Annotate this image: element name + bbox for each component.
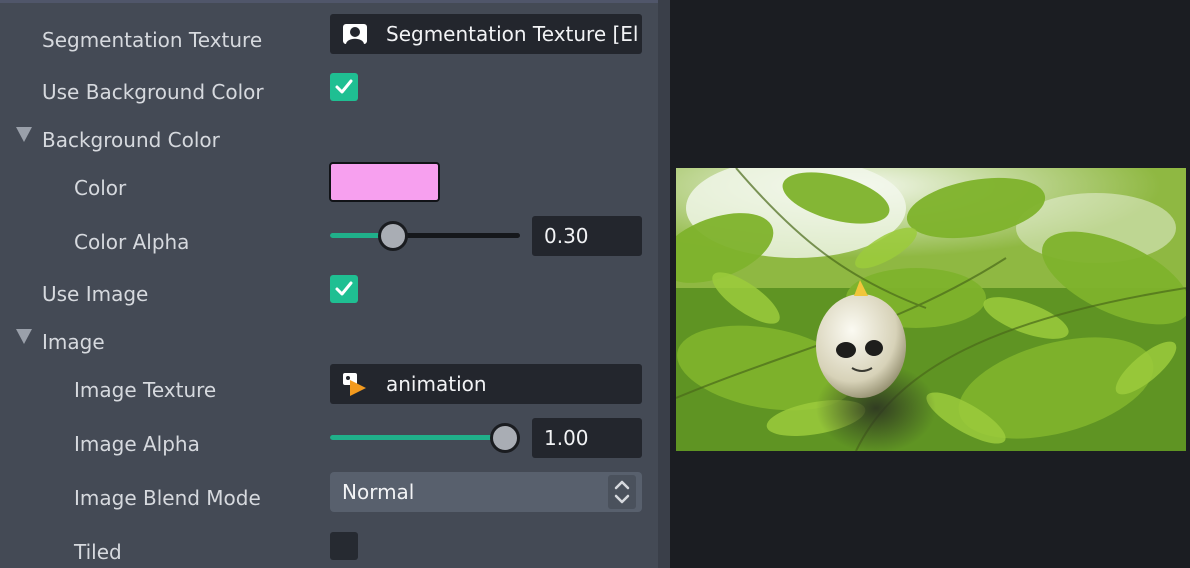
color-label: Color (74, 176, 127, 200)
preview-viewport (670, 0, 1190, 568)
segmentation-texture-label: Segmentation Texture (42, 28, 263, 52)
image-expand-icon[interactable] (16, 329, 32, 344)
segmentation-texture-value: Segmentation Texture [El (386, 22, 639, 46)
image-alpha-label: Image Alpha (74, 432, 200, 456)
image-blend-mode-dropdown[interactable]: Normal (330, 472, 642, 512)
preview-image (676, 168, 1186, 451)
image-alpha-slider-knob[interactable] (490, 423, 520, 453)
image-blend-mode-label: Image Blend Mode (74, 486, 261, 510)
image-alpha-value: 1.00 (544, 426, 589, 450)
image-texture-field[interactable]: animation (330, 364, 642, 404)
check-icon (335, 79, 353, 94)
dropdown-stepper (608, 475, 636, 509)
inspector-panel: Segmentation Texture Segmentation Textur… (0, 0, 658, 568)
image-texture-label: Image Texture (74, 378, 217, 402)
background-color-expand-icon[interactable] (16, 127, 32, 142)
image-alpha-slider-fill (330, 435, 505, 440)
background-color-section-label: Background Color (42, 128, 220, 152)
tiled-checkbox[interactable] (330, 532, 358, 560)
color-alpha-label: Color Alpha (74, 230, 190, 254)
check-icon (335, 281, 353, 296)
chevron-up-down-icon (614, 480, 630, 504)
color-alpha-input[interactable]: 0.30 (532, 216, 642, 256)
use-image-checkbox[interactable] (330, 275, 358, 303)
use-background-color-checkbox[interactable] (330, 73, 358, 101)
use-image-label: Use Image (42, 282, 149, 306)
image-alpha-input[interactable]: 1.00 (532, 418, 642, 458)
texture-portrait-icon (343, 24, 367, 44)
tiled-label: Tiled (74, 540, 122, 564)
animation-play-icon (343, 373, 366, 396)
color-alpha-value: 0.30 (544, 224, 589, 248)
segmentation-texture-field[interactable]: Segmentation Texture [El (330, 14, 642, 54)
image-texture-value: animation (386, 372, 487, 396)
color-alpha-slider[interactable] (330, 233, 520, 238)
panel-top-edge (0, 0, 658, 3)
color-alpha-slider-knob[interactable] (378, 221, 408, 251)
image-blend-mode-value: Normal (342, 480, 415, 504)
use-background-color-label: Use Background Color (42, 80, 264, 104)
image-section-label: Image (42, 330, 105, 354)
panel-scrollbar[interactable] (658, 0, 670, 568)
color-swatch[interactable] (329, 162, 440, 202)
